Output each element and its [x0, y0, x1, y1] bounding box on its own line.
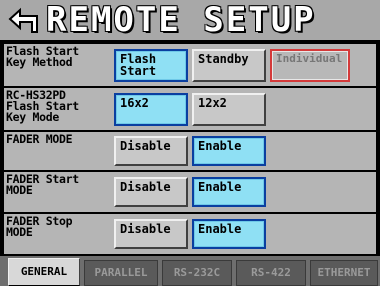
return-arrow-icon[interactable]: [6, 6, 40, 36]
tab-bar: GENERAL PARALLEL RS-232C RS-422 ETHERNET: [0, 256, 380, 286]
standby-button[interactable]: Standby: [192, 49, 266, 82]
row-label: RC-HS32PD Flash Start Key Mode: [6, 88, 79, 124]
tab-rs-232c[interactable]: RS-232C: [162, 260, 232, 286]
row-fader-mode: FADER MODE Disable Enable: [4, 132, 376, 170]
fader-stop-disable-button[interactable]: Disable: [114, 219, 188, 249]
tab-parallel[interactable]: PARALLEL: [84, 260, 158, 286]
tab-general[interactable]: GENERAL: [8, 258, 80, 286]
fader-stop-enable-button[interactable]: Enable: [192, 219, 266, 249]
row-label: Flash Start Key Method: [6, 44, 79, 69]
flash-start-button[interactable]: Flash Start: [114, 49, 188, 82]
row-fader-stop-mode: FADER Stop MODE Disable Enable: [4, 214, 376, 254]
row-label: FADER MODE: [6, 132, 73, 146]
individual-button: Individual: [270, 49, 350, 82]
row-flash-start-key-method: Flash Start Key Method Flash Start Stand…: [4, 44, 376, 86]
fader-start-enable-button[interactable]: Enable: [192, 177, 266, 207]
tab-rs-422[interactable]: RS-422: [236, 260, 306, 286]
page-title: REMOTE SETUP: [46, 0, 316, 40]
row-fader-start-mode: FADER Start MODE Disable Enable: [4, 172, 376, 212]
row-label: FADER Stop MODE: [6, 214, 73, 239]
16x2-button[interactable]: 16x2: [114, 93, 188, 126]
remote-setup-screen: REMOTE SETUP Flash Start Key Method Flas…: [0, 0, 380, 286]
fader-start-disable-button[interactable]: Disable: [114, 177, 188, 207]
fader-mode-disable-button[interactable]: Disable: [114, 136, 188, 166]
row-rc-hs32pd-key-mode: RC-HS32PD Flash Start Key Mode 16x2 12x2: [4, 88, 376, 130]
tab-ethernet[interactable]: ETHERNET: [310, 260, 378, 286]
fader-mode-enable-button[interactable]: Enable: [192, 136, 266, 166]
12x2-button[interactable]: 12x2: [192, 93, 266, 126]
row-label: FADER Start MODE: [6, 172, 79, 197]
header-bar: REMOTE SETUP: [0, 0, 380, 42]
